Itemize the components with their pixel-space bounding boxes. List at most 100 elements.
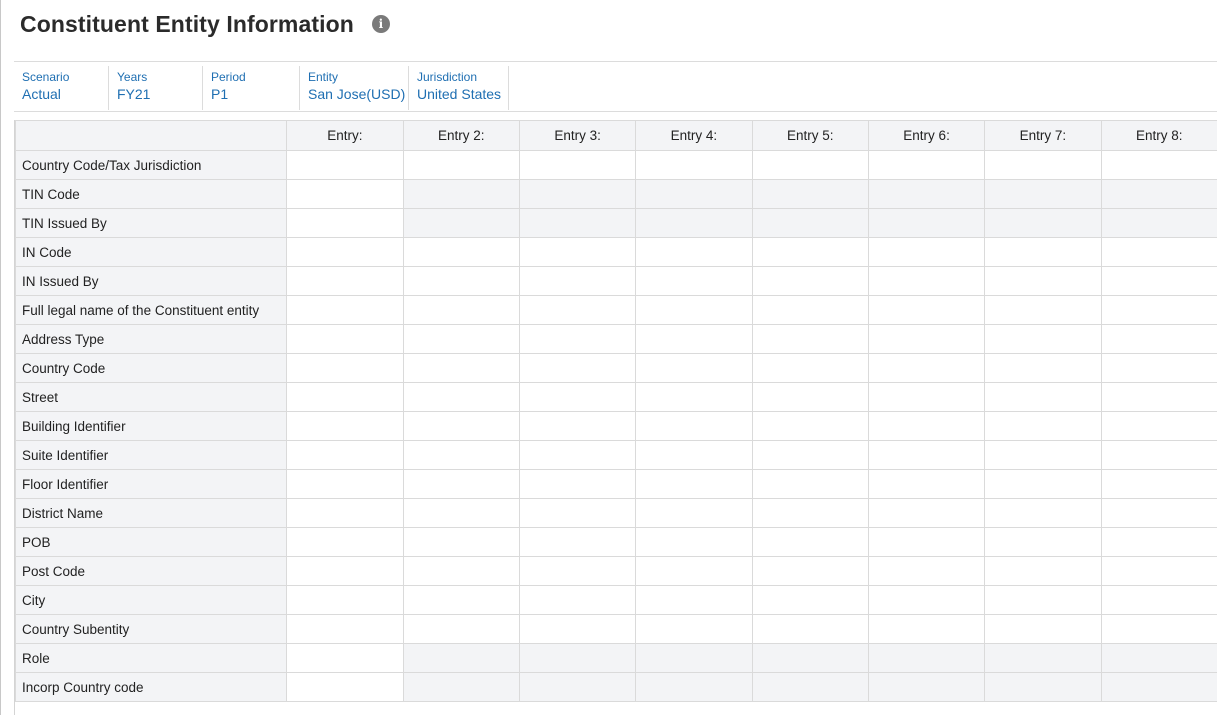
grid-cell[interactable] bbox=[867, 179, 986, 209]
grid-cell[interactable] bbox=[751, 382, 869, 412]
grid-cell[interactable] bbox=[518, 237, 637, 267]
grid-cell[interactable] bbox=[1100, 411, 1217, 441]
grid-cell[interactable] bbox=[984, 411, 1102, 441]
grid-cell[interactable] bbox=[402, 440, 520, 470]
grid-cell[interactable] bbox=[635, 353, 753, 383]
pov-jurisdiction[interactable]: Jurisdiction United States bbox=[409, 66, 509, 110]
grid-cell[interactable] bbox=[402, 469, 520, 499]
grid-cell[interactable] bbox=[751, 353, 869, 383]
grid-cell[interactable] bbox=[751, 324, 869, 354]
grid-cell[interactable] bbox=[751, 585, 869, 615]
grid-cell[interactable] bbox=[751, 527, 869, 557]
grid-cell[interactable] bbox=[751, 295, 869, 325]
grid-cell[interactable] bbox=[402, 643, 520, 673]
grid-cell[interactable] bbox=[1100, 324, 1217, 354]
grid-cell[interactable] bbox=[984, 295, 1102, 325]
grid-cell[interactable] bbox=[286, 556, 404, 586]
grid-cell[interactable] bbox=[635, 585, 753, 615]
grid-cell[interactable] bbox=[867, 469, 986, 499]
grid-cell[interactable] bbox=[984, 150, 1102, 180]
grid-cell[interactable] bbox=[402, 585, 520, 615]
grid-cell[interactable] bbox=[286, 527, 404, 557]
grid-cell[interactable] bbox=[751, 237, 869, 267]
grid-cell[interactable] bbox=[1100, 469, 1217, 499]
grid-cell[interactable] bbox=[286, 324, 404, 354]
grid-cell[interactable] bbox=[984, 353, 1102, 383]
grid-cell[interactable] bbox=[286, 295, 404, 325]
grid-cell[interactable] bbox=[867, 324, 986, 354]
grid-cell[interactable] bbox=[286, 208, 404, 238]
grid-cell[interactable] bbox=[751, 672, 869, 702]
grid-cell[interactable] bbox=[984, 237, 1102, 267]
grid-cell[interactable] bbox=[867, 498, 986, 528]
grid-cell[interactable] bbox=[984, 208, 1102, 238]
grid-cell[interactable] bbox=[867, 353, 986, 383]
grid-cell[interactable] bbox=[1100, 266, 1217, 296]
grid-cell[interactable] bbox=[1100, 585, 1217, 615]
grid-cell[interactable] bbox=[518, 498, 637, 528]
grid-cell[interactable] bbox=[402, 382, 520, 412]
grid-cell[interactable] bbox=[286, 440, 404, 470]
grid-cell[interactable] bbox=[518, 295, 637, 325]
grid-cell[interactable] bbox=[518, 179, 637, 209]
grid-cell[interactable] bbox=[1100, 643, 1217, 673]
grid-cell[interactable] bbox=[984, 527, 1102, 557]
grid-cell[interactable] bbox=[984, 672, 1102, 702]
grid-cell[interactable] bbox=[286, 266, 404, 296]
grid-cell[interactable] bbox=[402, 208, 520, 238]
grid-cell[interactable] bbox=[635, 527, 753, 557]
grid-cell[interactable] bbox=[751, 266, 869, 296]
grid-cell[interactable] bbox=[635, 469, 753, 499]
grid-cell[interactable] bbox=[751, 440, 869, 470]
grid-cell[interactable] bbox=[635, 440, 753, 470]
grid-cell[interactable] bbox=[402, 237, 520, 267]
grid-cell[interactable] bbox=[635, 237, 753, 267]
grid-cell[interactable] bbox=[518, 672, 637, 702]
grid-cell[interactable] bbox=[635, 266, 753, 296]
grid-cell[interactable] bbox=[635, 179, 753, 209]
grid-cell[interactable] bbox=[867, 295, 986, 325]
grid-cell[interactable] bbox=[402, 150, 520, 180]
grid-cell[interactable] bbox=[518, 150, 637, 180]
grid-cell[interactable] bbox=[1100, 556, 1217, 586]
grid-cell[interactable] bbox=[867, 382, 986, 412]
grid-cell[interactable] bbox=[1100, 208, 1217, 238]
grid-cell[interactable] bbox=[518, 266, 637, 296]
grid-cell[interactable] bbox=[286, 469, 404, 499]
grid-cell[interactable] bbox=[402, 179, 520, 209]
grid-cell[interactable] bbox=[286, 614, 404, 644]
grid-cell[interactable] bbox=[402, 266, 520, 296]
grid-cell[interactable] bbox=[751, 498, 869, 528]
grid-cell[interactable] bbox=[984, 556, 1102, 586]
grid-cell[interactable] bbox=[286, 498, 404, 528]
grid-cell[interactable] bbox=[402, 498, 520, 528]
grid-cell[interactable] bbox=[867, 208, 986, 238]
grid-cell[interactable] bbox=[635, 382, 753, 412]
grid-cell[interactable] bbox=[402, 353, 520, 383]
grid-cell[interactable] bbox=[286, 382, 404, 412]
grid-cell[interactable] bbox=[402, 411, 520, 441]
grid-cell[interactable] bbox=[751, 556, 869, 586]
grid-cell[interactable] bbox=[518, 382, 637, 412]
grid-cell[interactable] bbox=[1100, 179, 1217, 209]
grid-cell[interactable] bbox=[751, 150, 869, 180]
grid-cell[interactable] bbox=[286, 411, 404, 441]
grid-cell[interactable] bbox=[635, 411, 753, 441]
grid-cell[interactable] bbox=[867, 266, 986, 296]
grid-cell[interactable] bbox=[1100, 353, 1217, 383]
grid-cell[interactable] bbox=[1100, 440, 1217, 470]
grid-cell[interactable] bbox=[518, 585, 637, 615]
grid-cell[interactable] bbox=[1100, 614, 1217, 644]
grid-cell[interactable] bbox=[1100, 237, 1217, 267]
grid-cell[interactable] bbox=[286, 150, 404, 180]
grid-cell[interactable] bbox=[635, 643, 753, 673]
grid-cell[interactable] bbox=[867, 556, 986, 586]
grid-cell[interactable] bbox=[984, 643, 1102, 673]
grid-cell[interactable] bbox=[751, 208, 869, 238]
grid-cell[interactable] bbox=[635, 324, 753, 354]
grid-cell[interactable] bbox=[984, 469, 1102, 499]
grid-cell[interactable] bbox=[984, 179, 1102, 209]
pov-period[interactable]: Period P1 bbox=[203, 66, 300, 110]
grid-cell[interactable] bbox=[1100, 527, 1217, 557]
grid-cell[interactable] bbox=[751, 643, 869, 673]
